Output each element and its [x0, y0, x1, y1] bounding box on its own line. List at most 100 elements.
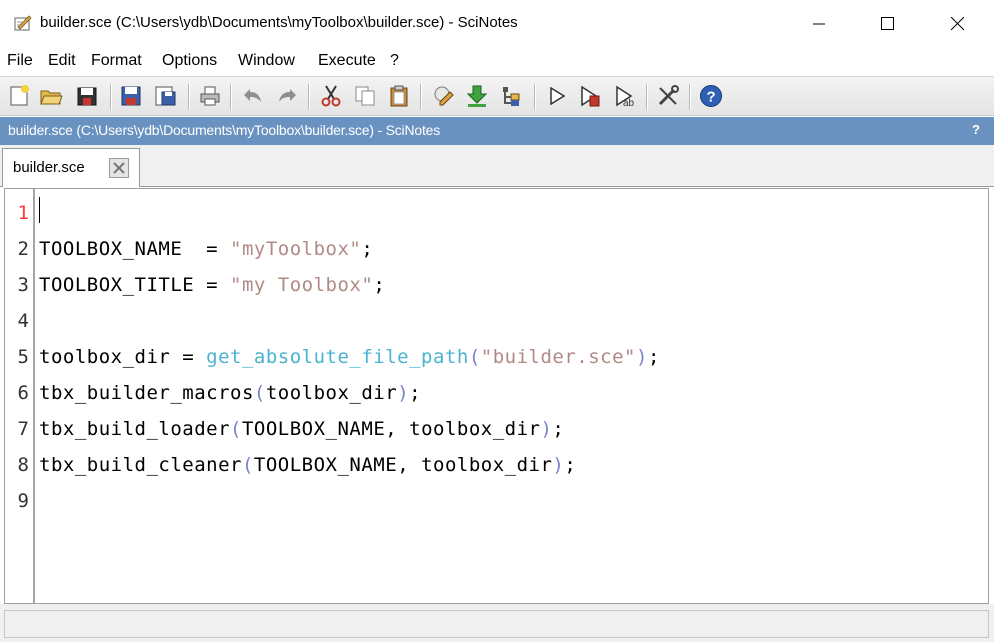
- save-button[interactable]: [118, 83, 144, 109]
- toolbar-separator: [646, 84, 648, 110]
- paste-icon: [390, 85, 408, 107]
- execute-until-button[interactable]: ab: [612, 83, 638, 109]
- line-number: 3: [17, 274, 29, 296]
- line-number: 1: [17, 202, 29, 224]
- maximize-button[interactable]: [864, 0, 910, 48]
- code-editor[interactable]: 123456789 TOOLBOX_NAME = "myToolbox"; TOO…: [4, 188, 989, 604]
- copy-button[interactable]: [352, 83, 378, 109]
- toolbar-separator: [534, 84, 536, 110]
- code-line[interactable]: toolbox_dir = get_absolute_file_path("bu…: [39, 346, 660, 368]
- svg-text:ab: ab: [623, 98, 635, 108]
- code-token: TOOLBOX_TITLE =: [39, 274, 231, 296]
- scinotes-app-icon: [14, 15, 32, 31]
- save-as-button[interactable]: [152, 83, 178, 109]
- code-token: ;: [361, 238, 374, 260]
- toolbar-separator: [188, 84, 190, 110]
- close-icon: [113, 162, 125, 174]
- line-number: 2: [17, 238, 29, 260]
- line-number: 7: [17, 418, 29, 440]
- close-button[interactable]: [934, 0, 980, 48]
- preferences-icon: [658, 85, 679, 106]
- status-field: [4, 610, 989, 638]
- dock-help-button[interactable]: ?: [972, 122, 980, 137]
- svg-text:?: ?: [707, 89, 716, 106]
- menu-format[interactable]: Format: [91, 52, 142, 70]
- code-token: "my Toolbox": [230, 274, 374, 296]
- edit-button[interactable]: [430, 83, 456, 109]
- maximize-icon: [881, 17, 894, 30]
- code-line[interactable]: tbx_build_loader(TOOLBOX_NAME, toolbox_d…: [39, 418, 564, 440]
- code-line[interactable]: tbx_build_cleaner(TOOLBOX_NAME, toolbox_…: [39, 454, 576, 476]
- minimize-button[interactable]: [796, 0, 842, 48]
- open-as-button[interactable]: [74, 83, 100, 109]
- code-token: ;: [647, 346, 660, 368]
- undo-button[interactable]: [240, 83, 266, 109]
- preferences-button[interactable]: [655, 83, 681, 109]
- download-icon: [466, 85, 488, 107]
- code-token: ;: [373, 274, 386, 296]
- menu-bar: File Edit Format Options Window Execute …: [0, 48, 994, 76]
- new-file-button[interactable]: [6, 83, 32, 109]
- help-button[interactable]: ?: [698, 83, 724, 109]
- status-bar: [0, 604, 994, 642]
- tab-close-button[interactable]: [109, 158, 129, 178]
- code-token: ;: [552, 418, 565, 440]
- download-button[interactable]: [464, 83, 490, 109]
- open-file-button[interactable]: [38, 83, 64, 109]
- variable-browser-button[interactable]: [498, 83, 524, 109]
- code-token: tbx_builder_macros: [39, 382, 254, 404]
- new-file-icon: [10, 85, 29, 106]
- line-number: 4: [17, 310, 29, 332]
- redo-button[interactable]: [274, 83, 300, 109]
- line-number: 5: [17, 346, 29, 368]
- line-number: 6: [17, 382, 29, 404]
- menu-edit[interactable]: Edit: [48, 52, 76, 70]
- tab-strip: builder.sce: [0, 145, 994, 187]
- code-token: ): [540, 418, 553, 440]
- code-token: "builder.sce": [480, 346, 636, 368]
- help-icon: ?: [700, 85, 722, 107]
- code-token: tbx_build_loader: [39, 418, 231, 440]
- print-button[interactable]: [197, 83, 223, 109]
- paste-button[interactable]: [386, 83, 412, 109]
- code-token: TOOLBOX_NAME =: [39, 238, 231, 260]
- code-line[interactable]: TOOLBOX_NAME = "myToolbox";: [39, 238, 373, 260]
- execute-button[interactable]: [544, 83, 570, 109]
- redo-icon: [279, 89, 296, 102]
- copy-icon: [355, 86, 375, 106]
- tab-builder-sce[interactable]: builder.sce: [2, 148, 140, 187]
- window-title-bar: builder.sce (C:\Users\ydb\Documents\myTo…: [0, 0, 994, 48]
- open-file-icon: [40, 90, 63, 105]
- dock-title: builder.sce (C:\Users\ydb\Documents\myTo…: [8, 122, 441, 138]
- tab-label: builder.sce: [13, 159, 85, 176]
- menu-file[interactable]: File: [7, 52, 33, 70]
- toolbar-separator: [110, 84, 112, 110]
- code-token: ): [397, 382, 410, 404]
- menu-execute[interactable]: Execute: [318, 52, 376, 70]
- code-token: ): [636, 346, 648, 368]
- line-number: 9: [17, 490, 29, 512]
- menu-window[interactable]: Window: [238, 52, 295, 70]
- execute-file-button[interactable]: [577, 83, 603, 109]
- execute-icon: [550, 86, 566, 106]
- code-line[interactable]: TOOLBOX_TITLE = "my Toolbox";: [39, 274, 385, 296]
- variable-browser-icon: [503, 87, 520, 106]
- execute-until-icon: ab: [616, 85, 635, 108]
- execute-file-icon: [581, 85, 600, 107]
- code-line[interactable]: tbx_builder_macros(toolbox_dir);: [39, 382, 421, 404]
- line-number-gutter: 1 2 3 4 5 6 7 8 9: [5, 189, 35, 603]
- code-token: (: [253, 382, 266, 404]
- toolbar-separator: [230, 84, 232, 110]
- toolbar: ab ?: [0, 76, 994, 116]
- code-token: toolbox_dir =: [39, 346, 207, 368]
- toolbar-separator: [689, 84, 691, 110]
- code-token: get_absolute_file_path: [206, 346, 469, 368]
- menu-options[interactable]: Options: [162, 52, 217, 70]
- code-token: ): [552, 454, 565, 476]
- window-title: builder.sce (C:\Users\ydb\Documents\myTo…: [40, 14, 518, 31]
- save-icon: [121, 86, 141, 106]
- cut-button[interactable]: [318, 83, 344, 109]
- undo-icon: [244, 89, 261, 102]
- menu-help[interactable]: ?: [390, 52, 399, 70]
- save-as-icon: [155, 86, 176, 106]
